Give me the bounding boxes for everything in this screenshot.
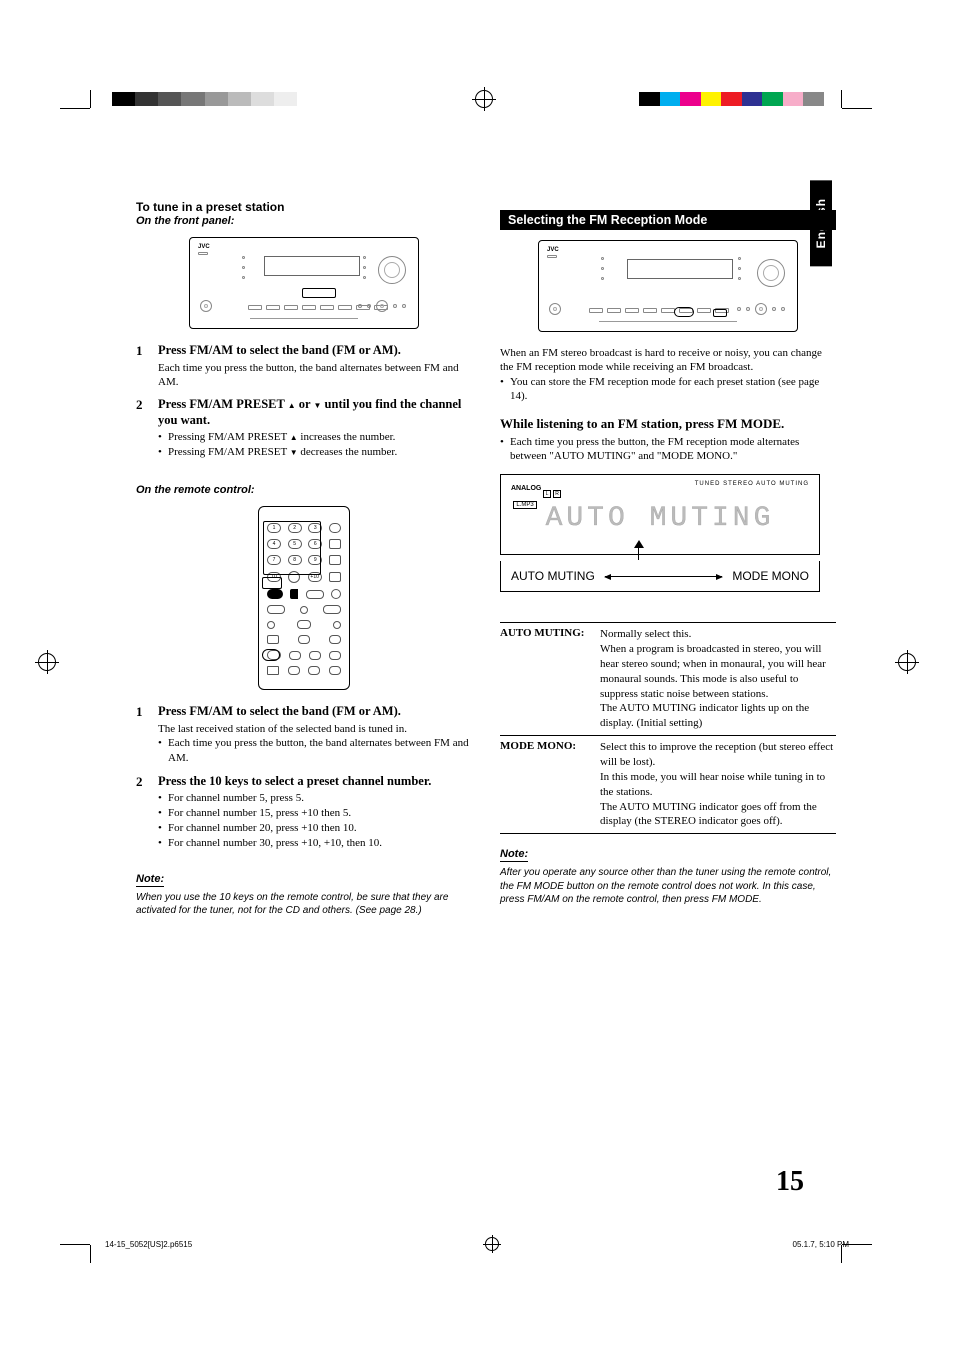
footer: 14-15_5052[US]2.p65 15 05.1.7, 5:10 PM [105, 1237, 849, 1251]
step1-text: Each time you press the button, the band… [158, 361, 472, 390]
note-label: Note: [500, 848, 528, 862]
fm-intro-bullet: You can store the FM reception mode for … [500, 375, 836, 405]
note-text: After you operate any source other than … [500, 866, 836, 907]
mode-description-table: AUTO MUTING: Normally select this. When … [500, 622, 836, 834]
remote-control-diagram: 123 456 789 10+10 [258, 506, 350, 690]
label-on-remote: On the remote control: [136, 484, 472, 496]
step-number: 2 [136, 397, 158, 460]
down-triangle-icon [290, 446, 298, 458]
note-text: When you use the 10 keys on the remote c… [136, 891, 472, 918]
color-bar-right [639, 92, 824, 106]
lcd-main-text: AUTO MUTING [511, 503, 809, 534]
left-column: To tune in a preset station On the front… [136, 200, 472, 918]
receiver-front-diagram: JVC [538, 240, 798, 332]
listen-bullet: Each time you press the button, the FM r… [500, 435, 836, 465]
crop-mark [60, 90, 100, 130]
remote-step2-bullet: For channel number 5, press 5. [158, 791, 472, 806]
registration-mark-icon [485, 1237, 499, 1251]
step-number: 1 [136, 343, 158, 389]
mode-auto-muting: AUTO MUTING [511, 569, 595, 583]
up-triangle-icon [288, 397, 296, 411]
registration-mark-icon [475, 90, 493, 108]
remote-step2-bullet: For channel number 15, press +10 then 5. [158, 806, 472, 821]
row-desc-mode-mono: Select this to improve the reception (bu… [600, 740, 836, 829]
footer-filename: 14-15_5052[US]2.p65 [105, 1240, 183, 1249]
registration-mark-icon [898, 653, 916, 671]
row-label-auto-muting: AUTO MUTING: [500, 627, 600, 731]
receiver-front-diagram: JVC [189, 237, 419, 329]
registration-mark-icon [38, 653, 56, 671]
right-column: Selecting the FM Reception Mode JVC When… [500, 200, 836, 918]
section-bar-fm-mode: Selecting the FM Reception Mode [500, 210, 836, 230]
note-label: Note: [136, 873, 164, 887]
page-number: 15 [776, 1166, 804, 1198]
step2-title: Press FM/AM PRESET or until you find the… [158, 397, 472, 428]
step1-title: Press FM/AM to select the band (FM or AM… [158, 343, 472, 359]
label-on-front-panel: On the front panel: [136, 215, 472, 227]
step-number: 2 [136, 774, 158, 851]
step-number: 1 [136, 704, 158, 766]
listen-heading: While listening to an FM station, press … [500, 416, 836, 432]
color-bar-left [112, 92, 297, 106]
lcd-display-diagram: ANALOG TUNED STEREO AUTO MUTING LR L.MP3… [500, 474, 820, 555]
remote-step2-bullet: For channel number 30, press +10, +10, t… [158, 836, 472, 851]
heading-preset: To tune in a preset station [136, 200, 472, 214]
step2-bullet: Pressing FM/AM PRESET decreases the numb… [158, 445, 472, 460]
crop-mark [60, 1223, 100, 1263]
footer-timestamp: 05.1.7, 5:10 PM [793, 1240, 849, 1249]
remote-step2-bullet: For channel number 20, press +10 then 10… [158, 821, 472, 836]
row-label-mode-mono: MODE MONO: [500, 740, 600, 829]
remote-step1-text: The last received station of the selecte… [158, 722, 472, 736]
step2-bullet: Pressing FM/AM PRESET increases the numb… [158, 430, 472, 445]
double-arrow-icon [605, 576, 723, 577]
remote-step2-title: Press the 10 keys to select a preset cha… [158, 774, 472, 790]
fm-intro: When an FM stereo broadcast is hard to r… [500, 346, 836, 375]
up-triangle-icon [290, 431, 298, 443]
remote-step1-bullet: Each time you press the button, the band… [158, 736, 472, 766]
crop-mark [832, 90, 872, 130]
footer-page: 15 [183, 1240, 192, 1249]
row-desc-auto-muting: Normally select this. When a program is … [600, 627, 836, 731]
mode-mono: MODE MONO [732, 569, 809, 583]
remote-step1-title: Press FM/AM to select the band (FM or AM… [158, 704, 472, 720]
mode-toggle-diagram: AUTO MUTING MODE MONO [500, 561, 820, 592]
